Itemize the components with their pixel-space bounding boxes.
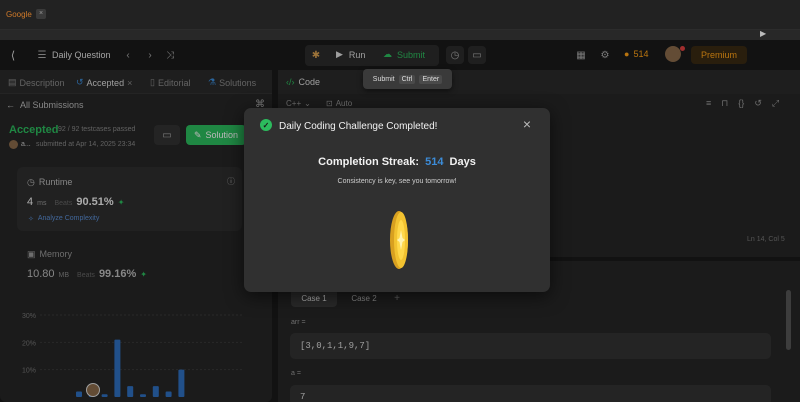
submit-shortcut-tooltip: Submit Ctrl Enter xyxy=(363,69,452,89)
modal-message: Consistency is key, see you tomorrow! xyxy=(337,178,457,185)
coin-icon xyxy=(390,211,408,269)
streak-value: 514 xyxy=(425,156,444,168)
check-circle-icon: ✓ xyxy=(260,119,272,131)
modal-title: Daily Coding Challenge Completed! xyxy=(279,121,438,132)
streak-unit: Days xyxy=(449,156,476,168)
browser-tab-close-icon[interactable]: × xyxy=(36,9,46,19)
play-icon[interactable]: ▶ xyxy=(760,29,766,38)
streak-label: Completion Streak: xyxy=(318,156,420,168)
browser-strip xyxy=(0,30,800,40)
close-icon[interactable]: × xyxy=(520,117,534,131)
browser-tab-label[interactable]: Google xyxy=(6,10,32,19)
streak-line: Completion Streak: 514 Days xyxy=(244,156,550,168)
browser-bar xyxy=(0,0,800,30)
